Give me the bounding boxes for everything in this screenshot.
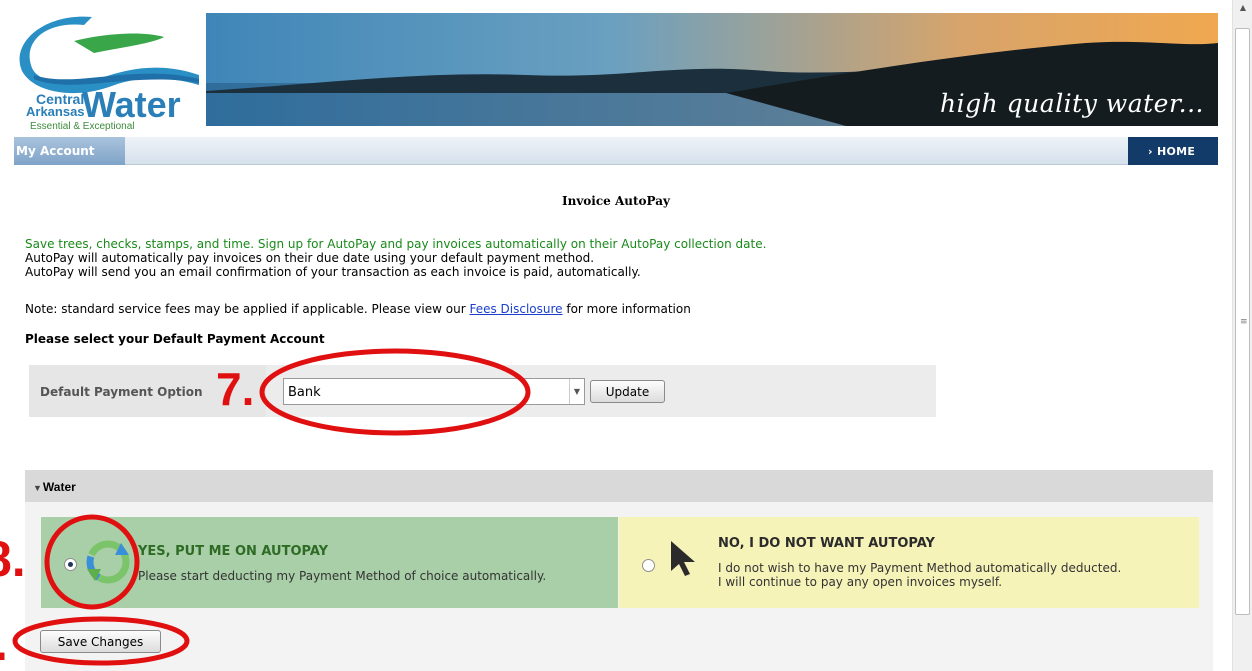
- autopay-no-desc-2: I will continue to pay any open invoices…: [718, 575, 1003, 589]
- autopay-yes-desc: Please start deducting my Payment Method…: [138, 569, 547, 583]
- scroll-grip-icon: ≡: [1240, 317, 1248, 327]
- refresh-arrows-icon: [86, 540, 130, 584]
- note-suffix: for more information: [562, 302, 691, 316]
- water-header-label: Water: [42, 480, 76, 494]
- payment-select-value: Bank: [288, 385, 321, 400]
- site-banner: Central Arkansas Water Essential & Excep…: [14, 13, 1218, 134]
- scroll-thumb[interactable]: ≡: [1235, 28, 1250, 615]
- autopay-yes-radio[interactable]: [64, 558, 77, 571]
- note-prefix: Note: standard service fees may be appli…: [25, 302, 470, 316]
- cursor-arrow-icon: [671, 541, 695, 576]
- nav-tab-my-account[interactable]: My Account: [14, 137, 125, 165]
- update-button[interactable]: Update: [590, 380, 665, 403]
- step-7-annotation: 7.: [216, 363, 255, 415]
- logo-arkansas: Arkansas: [26, 104, 85, 119]
- fees-note: Note: standard service fees may be appli…: [25, 302, 691, 316]
- chevron-down-icon[interactable]: ▼: [569, 379, 584, 404]
- logo-tagline: Essential & Exceptional: [30, 121, 135, 132]
- autopay-no-option[interactable]: NO, I DO NOT WANT AUTOPAY I do not wish …: [619, 517, 1199, 608]
- central-arkansas-water-logo[interactable]: Central Arkansas Water Essential & Excep…: [14, 13, 206, 134]
- intro-line-3: AutoPay will send you an email confirmat…: [25, 265, 641, 279]
- nav-home-link[interactable]: › HOME: [1128, 137, 1218, 165]
- collapse-triangle-icon: ▼: [33, 483, 42, 493]
- default-payment-heading: Please select your Default Payment Accou…: [25, 332, 325, 346]
- step-9-annotation: .: [0, 618, 8, 668]
- default-payment-select[interactable]: Bank ▼: [283, 378, 585, 405]
- banner-lake-image: high quality water...: [206, 13, 1218, 126]
- autopay-no-title: NO, I DO NOT WANT AUTOPAY: [718, 536, 935, 551]
- nav-bar: My Account › HOME: [14, 137, 1218, 165]
- autopay-yes-option[interactable]: YES, PUT ME ON AUTOPAY Please start dedu…: [41, 517, 618, 608]
- scroll-up-arrow-icon[interactable]: ▲: [1233, 0, 1252, 17]
- autopay-yes-title: YES, PUT ME ON AUTOPAY: [138, 544, 329, 559]
- logo-water: Water: [82, 84, 181, 125]
- intro-green-text: Save trees, checks, stamps, and time. Si…: [25, 237, 767, 251]
- autopay-intro: Save trees, checks, stamps, and time. Si…: [25, 237, 766, 279]
- water-section-header[interactable]: ▼Water: [25, 470, 1213, 502]
- fees-disclosure-link[interactable]: Fees Disclosure: [469, 302, 562, 316]
- page-title: Invoice AutoPay: [561, 194, 671, 208]
- default-payment-label: Default Payment Option: [40, 385, 203, 399]
- vertical-scrollbar[interactable]: ▲ ≡: [1232, 0, 1252, 671]
- autopay-no-radio[interactable]: [642, 559, 655, 572]
- autopay-no-desc-1: I do not wish to have my Payment Method …: [718, 561, 1122, 575]
- step-8-annotation: 8.: [0, 531, 26, 587]
- banner-tagline: high quality water...: [940, 89, 1204, 118]
- save-changes-button[interactable]: Save Changes: [40, 630, 161, 653]
- intro-line-2: AutoPay will automatically pay invoices …: [25, 251, 595, 265]
